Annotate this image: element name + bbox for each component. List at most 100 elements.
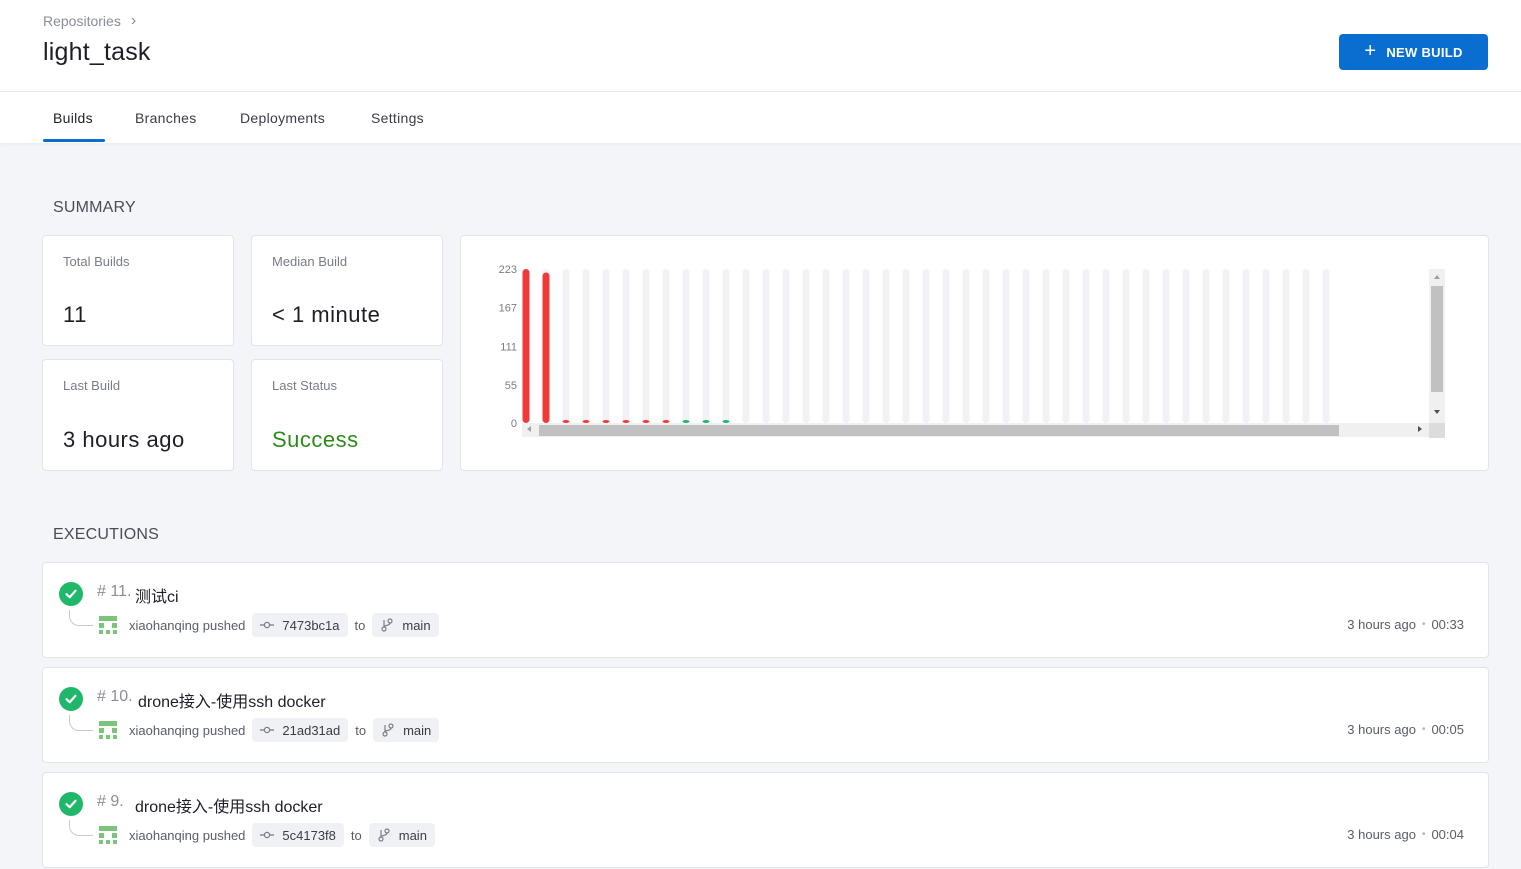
build-meta: xiaohanqing pushed 7473bc1a to main [97,612,439,638]
stat-label: Last Build [63,378,121,393]
commit-chip[interactable]: 7473bc1a [252,613,348,637]
branch-icon [382,723,394,737]
stat-label: Median Build [272,254,348,269]
bar-track [1182,269,1190,423]
tab-settings[interactable]: Settings [371,110,424,126]
bar-track [642,269,650,423]
breadcrumb-repositories-link[interactable]: Repositories [43,13,121,29]
bar-track [842,269,850,423]
execution-row[interactable]: # 11. 测试ci xiaohanqing pushed 7473bc1a t… [42,562,1489,658]
author-name: xiaohanqing [129,827,200,843]
y-tick-label: 111 [500,341,517,353]
bar-track [822,269,830,423]
success-check-icon [59,792,83,816]
build-duration: 00:05 [1431,722,1464,737]
bar-track [1022,269,1030,423]
build-number: # 11. [97,583,132,600]
tab-builds[interactable]: Builds [53,110,93,126]
bar-track [722,269,730,423]
bar-track [782,269,790,423]
new-build-button[interactable]: + NEW BUILD [1339,34,1488,70]
y-tick-label: 0 [511,418,517,430]
build-duration: 00:33 [1431,617,1464,632]
executions-heading: EXECUTIONS [53,526,160,543]
commit-chip[interactable]: 21ad31ad [252,718,349,742]
build-title[interactable]: drone接入-使用ssh docker [138,688,326,712]
bar-track [702,269,710,423]
summary-heading: SUMMARY [53,199,136,216]
bar-track [1322,269,1330,423]
avatar [97,824,119,846]
bar-track [762,269,770,423]
tab-bar: Builds Branches Deployments Settings [0,92,1521,143]
chart-svg: 223 167 111 55 0 [499,264,1445,438]
build-bar [702,420,710,423]
build-number: # 9. [97,793,124,810]
build-bar [662,420,670,423]
stat-label: Total Builds [63,254,130,269]
stat-label: Last Status [272,378,338,393]
to-label: to [350,827,362,843]
stat-value-status: Success [272,427,359,452]
tab-deployments[interactable]: Deployments [240,110,325,126]
build-time: 3 hours ago • 00:04 [1347,827,1464,842]
build-bar [562,420,570,423]
push-action: pushed [202,617,246,633]
build-bar [522,269,530,423]
bar-track [1282,269,1290,423]
time-ago: 3 hours ago [1347,617,1416,632]
bar-track [862,269,870,423]
build-number: # 10. [97,688,133,705]
author-name: xiaohanqing [129,617,200,633]
y-tick-label: 55 [505,380,517,392]
build-bar [682,420,690,423]
separator-dot: • [1421,829,1426,840]
branch-name: main [402,617,431,633]
connector-line [69,610,93,626]
plus-icon: + [1364,40,1377,62]
tab-branches[interactable]: Branches [135,110,197,126]
branch-chip[interactable]: main [372,613,439,637]
avatar [97,614,119,636]
execution-row[interactable]: # 10. drone接入-使用ssh docker xiaohanqing p… [42,667,1489,763]
branch-chip[interactable]: main [373,718,440,742]
vertical-scrollbar-thumb [1431,286,1443,392]
connector-line [69,820,93,836]
success-check-icon [59,582,83,606]
stat-value: 3 hours ago [63,427,185,452]
bar-track [1142,269,1150,423]
new-build-label: NEW BUILD [1386,44,1463,60]
build-bar [622,420,630,423]
bar-track [662,269,670,423]
page-title: light_task [43,38,151,66]
chevron-right-icon: › [130,12,137,29]
success-check-icon [59,687,83,711]
bar-track [1062,269,1070,423]
bar-track [1122,269,1130,423]
bar-track [682,269,690,423]
stat-card-median-build: Median Build < 1 minute [251,235,443,346]
to-label: to [354,617,366,633]
bar-track [922,269,930,423]
commit-sha: 21ad31ad [282,722,341,738]
bar-track [1082,269,1090,423]
branch-chip[interactable]: main [368,823,435,847]
stat-value: < 1 minute [272,302,381,327]
breadcrumb: Repositories › [43,12,136,30]
build-bar [642,420,650,423]
avatar [97,719,119,741]
build-bar [722,420,730,423]
push-action: pushed [202,827,246,843]
build-title[interactable]: drone接入-使用ssh docker [135,793,323,817]
execution-row[interactable]: # 9. drone接入-使用ssh docker xiaohanqing pu… [42,772,1489,868]
y-tick-label: 223 [499,264,517,276]
build-title[interactable]: 测试ci [135,583,179,607]
scrollbar-corner [1429,423,1445,438]
horizontal-scrollbar-thumb [539,425,1339,436]
build-bar [582,420,590,423]
build-bar [602,420,610,423]
bar-track [1262,269,1270,423]
bar-track [1162,269,1170,423]
commit-chip[interactable]: 5c4173f8 [252,823,344,847]
bar-track [1222,269,1230,423]
